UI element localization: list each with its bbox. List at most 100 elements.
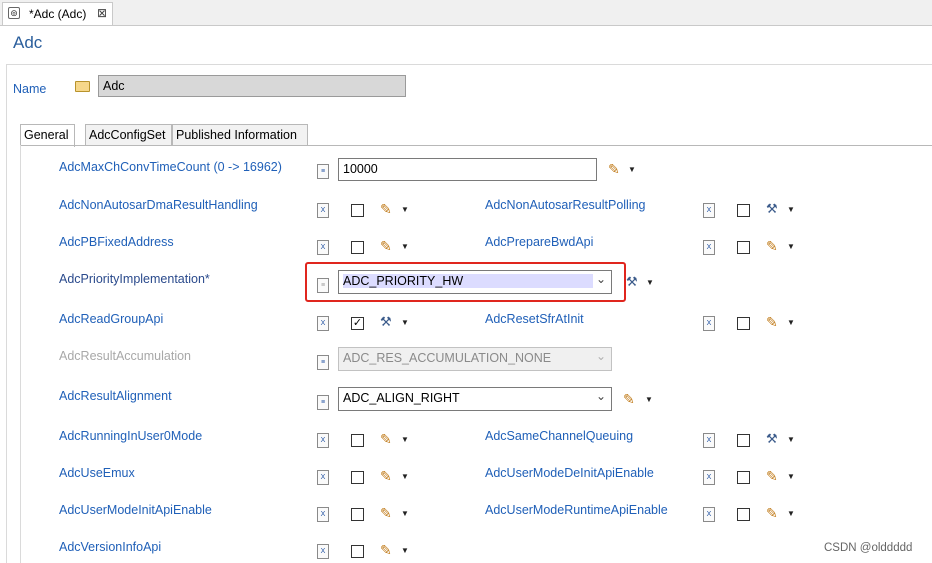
field-label: AdcResultAlignment: [59, 389, 172, 403]
editor-tab-adc[interactable]: ⊚ *Adc (Adc) ⊠: [2, 2, 113, 25]
chevron-down-icon[interactable]: ▼: [401, 472, 409, 482]
user-mode-init-checkbox[interactable]: [351, 508, 364, 521]
field-label: AdcNonAutosarDmaResultHandling: [59, 198, 258, 212]
form-left-border: [6, 64, 7, 563]
x-document-icon: X: [703, 433, 715, 448]
pencil-icon[interactable]: ✎: [766, 239, 778, 253]
tab-published-information[interactable]: Published Information: [172, 124, 308, 146]
x-document-icon: X: [317, 316, 329, 331]
document-icon: ≡: [317, 395, 329, 410]
x-document-icon: X: [317, 470, 329, 485]
combo-arrow-icon[interactable]: ⌄: [596, 389, 606, 403]
result-accumulation-select: ADC_RES_ACCUMULATION_NONE ⌄: [338, 347, 612, 371]
field-label: AdcUserModeInitApiEnable: [59, 503, 212, 517]
chevron-down-icon[interactable]: ▼: [401, 435, 409, 445]
name-label: Name: [13, 82, 47, 96]
read-group-api-checkbox[interactable]: ✓: [351, 317, 364, 330]
field-label: AdcNonAutosarResultPolling: [485, 198, 646, 212]
chevron-down-icon[interactable]: ▼: [401, 546, 409, 556]
same-channel-queuing-checkbox[interactable]: [737, 434, 750, 447]
user-mode-runtime-checkbox[interactable]: [737, 508, 750, 521]
x-document-icon: X: [317, 433, 329, 448]
field-label: AdcVersionInfoApi: [59, 540, 162, 554]
chevron-down-icon[interactable]: ▼: [645, 395, 653, 405]
result-alignment-select[interactable]: ADC_ALIGN_RIGHT ⌄: [338, 387, 612, 411]
tab-baseline: [20, 145, 932, 146]
field-label: AdcUserModeRuntimeApiEnable: [485, 503, 668, 517]
chevron-down-icon[interactable]: ▼: [401, 509, 409, 519]
page-title: Adc: [13, 33, 43, 52]
pencil-icon[interactable]: ✎: [623, 392, 635, 406]
user-mode-deinit-checkbox[interactable]: [737, 471, 750, 484]
chevron-down-icon[interactable]: ▼: [787, 472, 795, 482]
name-field[interactable]: Adc: [98, 75, 406, 97]
field-label: AdcResetSfrAtInit: [485, 312, 584, 326]
pb-fixed-address-checkbox[interactable]: [351, 241, 364, 254]
pencil-icon[interactable]: ✎: [380, 469, 392, 483]
pencil-icon[interactable]: ✎: [380, 239, 392, 253]
tab-panel-left-border: [20, 145, 21, 563]
tool-icon[interactable]: ⚒: [626, 275, 638, 289]
field-label: AdcRunningInUser0Mode: [59, 429, 203, 443]
tool-icon[interactable]: ⚒: [380, 315, 392, 329]
tool-icon[interactable]: ⚒: [766, 432, 778, 446]
x-document-icon: X: [317, 203, 329, 218]
chevron-down-icon[interactable]: ▼: [787, 242, 795, 252]
pencil-icon[interactable]: ✎: [766, 315, 778, 329]
editor-file-icon: ⊚: [8, 7, 20, 19]
chevron-down-icon[interactable]: ▼: [787, 509, 795, 519]
highlight-box: [305, 262, 626, 302]
field-label: AdcReadGroupApi: [59, 312, 164, 326]
editor-tab-label: *Adc (Adc): [29, 7, 87, 21]
chevron-down-icon[interactable]: ▼: [787, 205, 795, 215]
pencil-icon[interactable]: ✎: [608, 162, 620, 176]
prepare-bwd-api-checkbox[interactable]: [737, 241, 750, 254]
watermark: CSDN @olddddd: [824, 542, 913, 554]
x-document-icon: X: [703, 240, 715, 255]
chevron-down-icon[interactable]: ▼: [646, 278, 654, 288]
document-icon: ≡: [317, 164, 329, 179]
field-label: AdcMaxChConvTimeCount (0 -> 16962): [59, 160, 282, 174]
field-label: AdcSameChannelQueuing: [485, 429, 634, 443]
result-alignment-value: ADC_ALIGN_RIGHT: [343, 391, 460, 405]
close-icon[interactable]: ⊠: [97, 6, 107, 20]
pencil-icon[interactable]: ✎: [380, 543, 392, 557]
chevron-down-icon[interactable]: ▼: [401, 205, 409, 215]
pencil-icon[interactable]: ✎: [380, 432, 392, 446]
non-autosar-polling-checkbox[interactable]: [737, 204, 750, 217]
pencil-icon[interactable]: ✎: [766, 506, 778, 520]
result-accumulation-value: ADC_RES_ACCUMULATION_NONE: [343, 351, 552, 365]
field-label: AdcUseEmux: [59, 466, 135, 480]
field-label: AdcResultAccumulation: [59, 349, 192, 363]
x-document-icon: X: [317, 240, 329, 255]
tab-general[interactable]: General: [20, 124, 75, 147]
version-info-api-checkbox[interactable]: [351, 545, 364, 558]
field-label: AdcPriorityImplementation*: [59, 272, 210, 286]
folder-icon: [75, 81, 90, 92]
chevron-down-icon[interactable]: ▼: [401, 318, 409, 328]
combo-arrow-icon: ⌄: [595, 349, 606, 363]
pencil-icon[interactable]: ✎: [380, 506, 392, 520]
use-emux-checkbox[interactable]: [351, 471, 364, 484]
pencil-icon[interactable]: ✎: [380, 202, 392, 216]
chevron-down-icon[interactable]: ▼: [787, 435, 795, 445]
chevron-down-icon[interactable]: ▼: [401, 242, 409, 252]
title-divider: [6, 64, 932, 65]
document-icon: ≡: [317, 355, 329, 370]
running-in-user0-checkbox[interactable]: [351, 434, 364, 447]
non-autosar-dma-checkbox[interactable]: [351, 204, 364, 217]
chevron-down-icon[interactable]: ▼: [787, 318, 795, 328]
reset-sfr-at-init-checkbox[interactable]: [737, 317, 750, 330]
max-ch-conv-time-count-input[interactable]: 10000: [338, 158, 597, 181]
x-document-icon: X: [703, 507, 715, 522]
x-document-icon: X: [317, 507, 329, 522]
chevron-down-icon[interactable]: ▼: [628, 165, 636, 175]
x-document-icon: X: [703, 316, 715, 331]
pencil-icon[interactable]: ✎: [766, 469, 778, 483]
tab-adcconfigset[interactable]: AdcConfigSet: [85, 124, 172, 146]
field-label: AdcPBFixedAddress: [59, 235, 174, 249]
field-label: AdcUserModeDeInitApiEnable: [485, 466, 654, 480]
tool-icon[interactable]: ⚒: [766, 202, 778, 216]
x-document-icon: X: [703, 203, 715, 218]
editor-tab-strip: [0, 0, 932, 26]
